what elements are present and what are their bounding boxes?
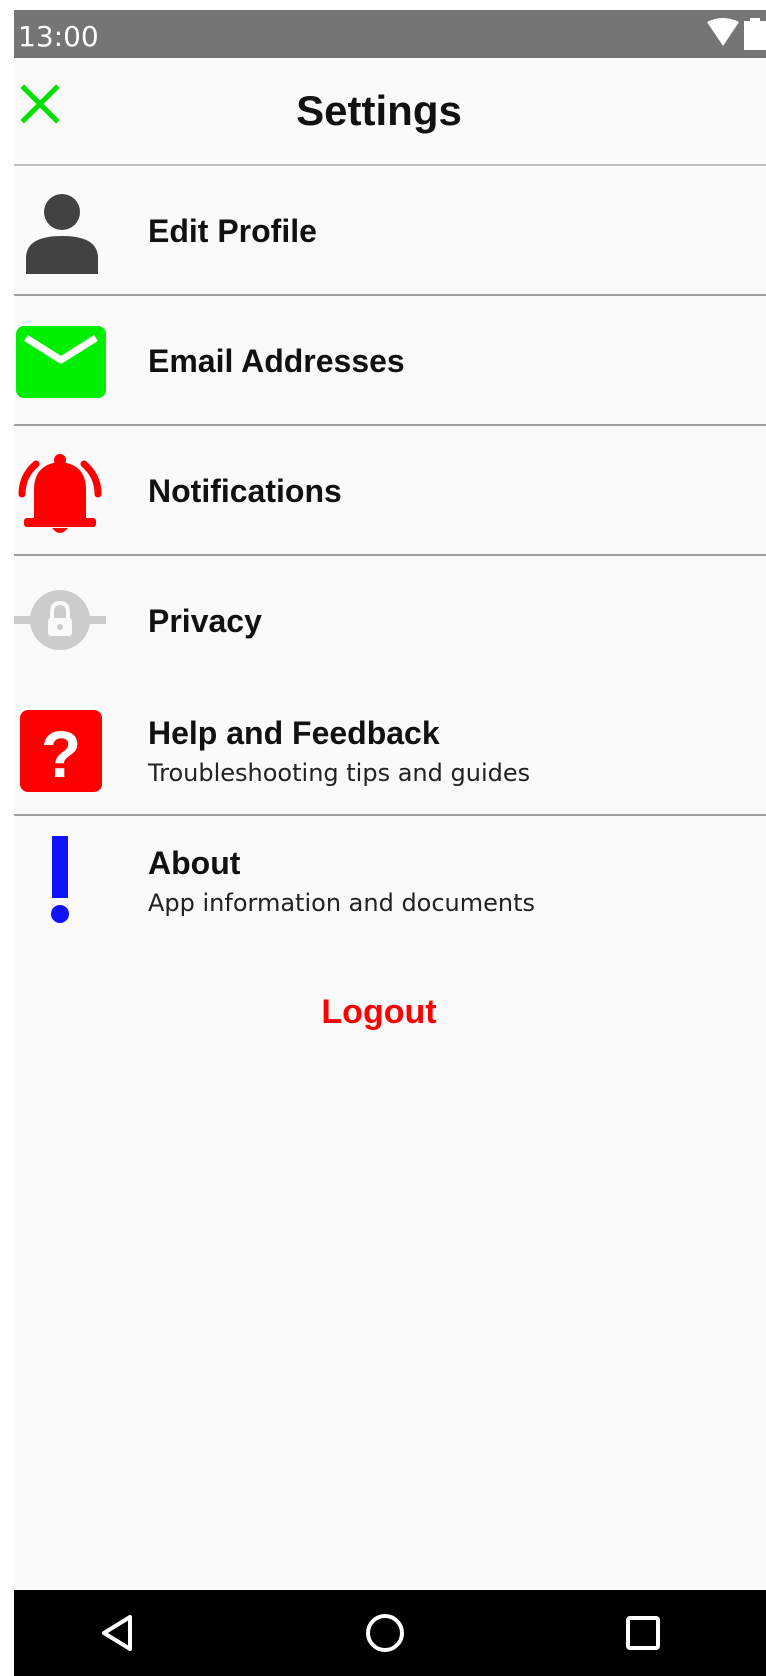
back-button[interactable] — [94, 1608, 144, 1658]
settings-item-privacy[interactable]: Privacy — [14, 556, 766, 684]
header: Settings — [14, 58, 766, 166]
status-icons — [706, 18, 766, 50]
settings-item-label: Notifications — [148, 473, 342, 509]
settings-item-email-addresses[interactable]: Email Addresses — [14, 296, 766, 426]
wifi-icon — [707, 18, 739, 46]
status-time: 13:00 — [18, 20, 99, 53]
page-title: Settings — [296, 87, 462, 134]
home-button[interactable] — [360, 1608, 410, 1658]
bell-icon — [18, 454, 102, 533]
settings-item-label: Email Addresses — [148, 343, 405, 379]
settings-item-label: About — [148, 845, 241, 881]
logout-button[interactable]: Logout — [14, 992, 744, 1032]
navigation-bar — [14, 1590, 766, 1676]
lock-icon — [14, 590, 106, 650]
exclamation-icon — [51, 836, 69, 923]
settings-item-subtitle: Troubleshooting tips and guides — [148, 759, 531, 787]
settings-item-label: Edit Profile — [148, 213, 317, 249]
settings-item-subtitle: App information and documents — [148, 889, 536, 917]
question-icon: ? — [20, 710, 102, 792]
recents-button[interactable] — [618, 1608, 668, 1658]
battery-icon — [744, 18, 766, 50]
settings-item-about[interactable]: About App information and documents — [14, 816, 766, 944]
home-icon — [366, 1614, 404, 1652]
envelope-icon — [16, 326, 106, 398]
settings-item-label: Privacy — [148, 603, 262, 639]
settings-item-notifications[interactable]: Notifications — [14, 426, 766, 556]
person-icon — [26, 194, 98, 274]
settings-item-edit-profile[interactable]: Edit Profile — [14, 166, 766, 296]
back-icon — [102, 1615, 132, 1651]
settings-screen: 13:00 Settings Edit Profile Email Addres… — [14, 10, 766, 1676]
status-bar: 13:00 — [14, 10, 766, 58]
svg-text:?: ? — [41, 717, 81, 791]
recents-icon — [626, 1616, 660, 1650]
settings-item-label: Help and Feedback — [148, 715, 440, 751]
settings-item-help-and-feedback[interactable]: ? Help and Feedback Troubleshooting tips… — [14, 686, 766, 816]
